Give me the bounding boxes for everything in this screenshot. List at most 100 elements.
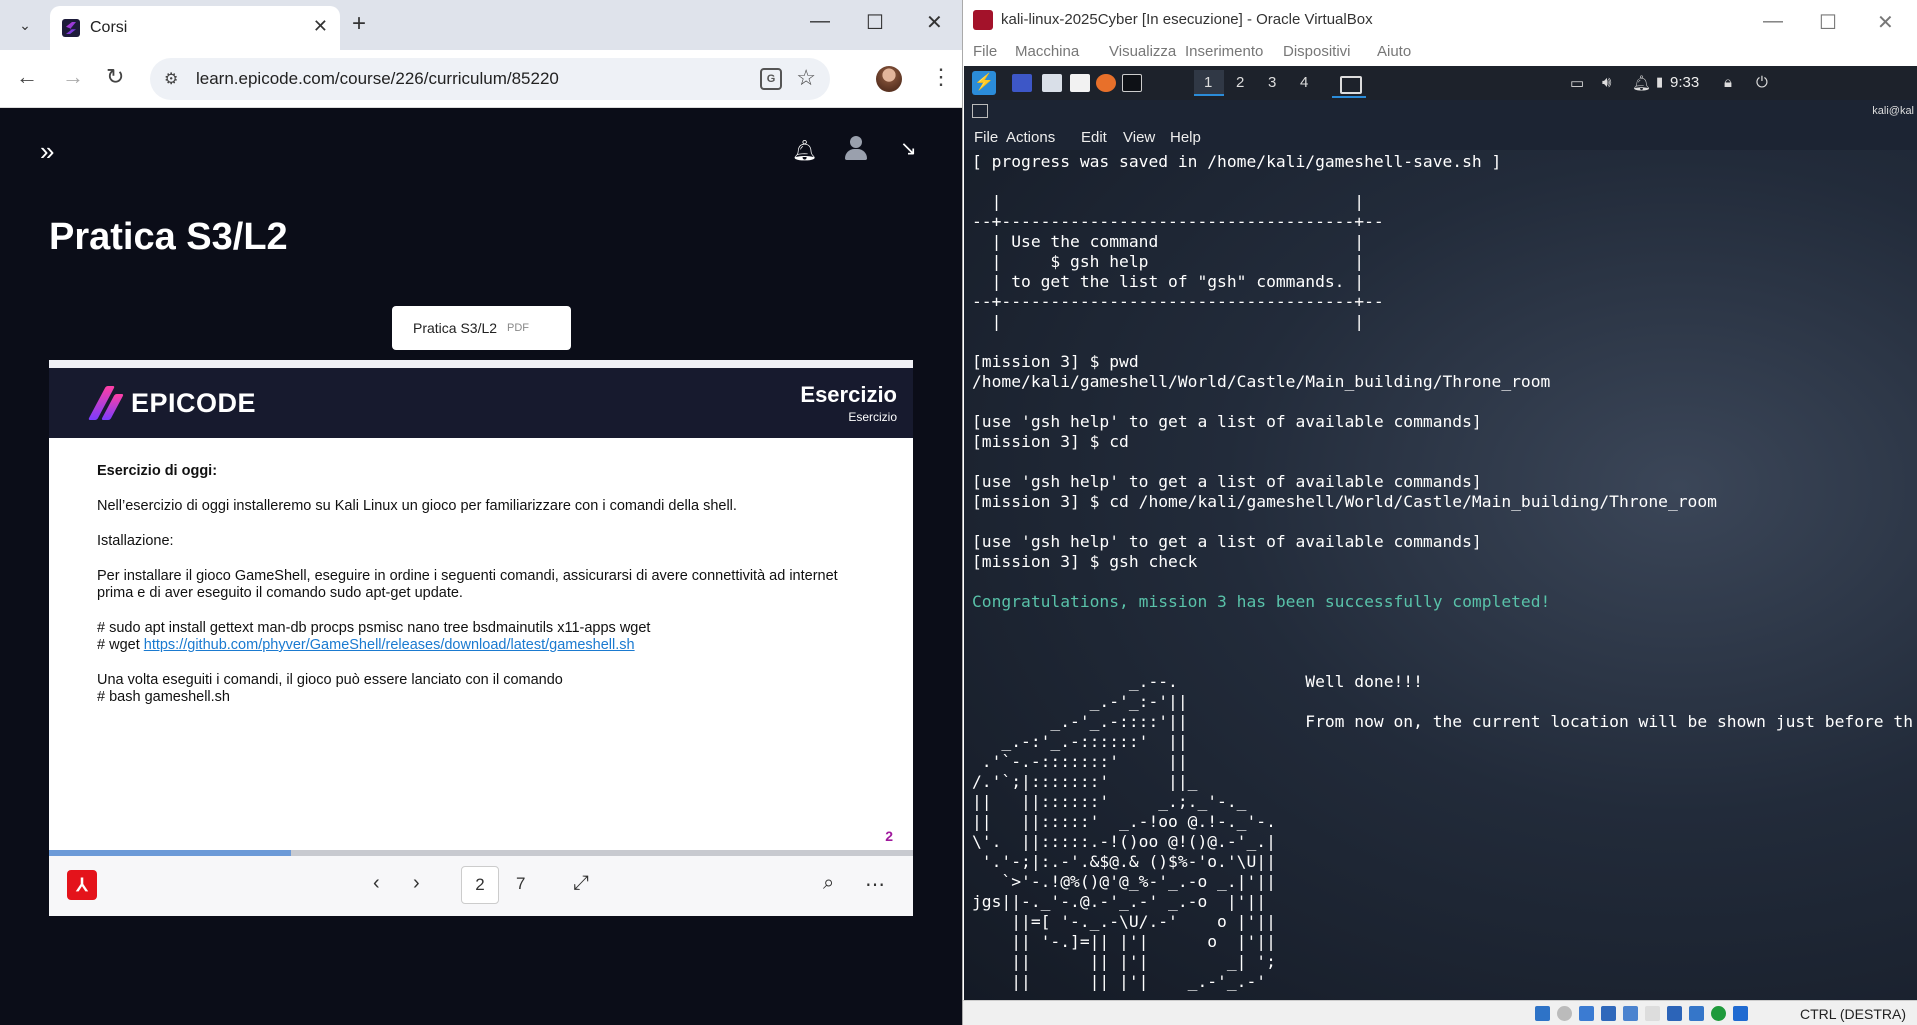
back-arrow-icon[interactable]: ←	[16, 64, 38, 90]
file-manager-icon[interactable]	[1042, 74, 1062, 92]
firefox-icon[interactable]	[1096, 74, 1116, 92]
epicode-logo-icon	[87, 386, 124, 422]
volume-icon[interactable]: 🔊︎	[1602, 74, 1611, 91]
reload-icon[interactable]: ↻	[106, 64, 124, 90]
pdf-attachment-chip[interactable]: Pratica S3/L2 PDF	[392, 306, 571, 350]
text-editor-icon[interactable]	[1070, 74, 1090, 92]
hard-disk-icon[interactable]	[1535, 1006, 1550, 1021]
vbox-maximize-button[interactable]: ☐	[1819, 10, 1837, 35]
kali-menu-icon[interactable]: ⚡	[972, 71, 996, 95]
tab-search-dropdown-icon[interactable]: ⌄	[12, 12, 38, 38]
search-icon[interactable]: ⌕	[823, 872, 834, 895]
vbox-menu-view[interactable]: Visualizza	[1109, 43, 1176, 60]
terminal-menu-edit[interactable]: Edit	[1081, 129, 1107, 146]
page-number-input[interactable]: 2	[461, 866, 499, 904]
next-page-icon[interactable]: ›	[413, 872, 420, 895]
previous-page-icon[interactable]: ‹	[373, 872, 380, 895]
tab-close-icon[interactable]: ✕	[313, 16, 328, 37]
terminal-line: || '-.]=|| |'| o |'||	[972, 932, 1276, 951]
terminal-output[interactable]: [ progress was saved in /home/kali/games…	[972, 152, 1917, 1000]
terminal-line: || ||::::::' _.;._'-._	[972, 792, 1247, 811]
vbox-minimize-button[interactable]: —	[1763, 10, 1783, 33]
bookmark-star-icon[interactable]: ☆	[796, 65, 816, 91]
terminal-menu-file[interactable]: File	[974, 129, 998, 146]
terminal-line: _.-'_.-::::'|| From now on, the current …	[972, 712, 1914, 731]
close-window-button[interactable]: ✕	[926, 10, 943, 35]
site-info-icon[interactable]: ⚙	[164, 69, 178, 89]
browser-tab[interactable]: Corsi ✕	[50, 6, 340, 50]
vbox-menu-help[interactable]: Aiuto	[1377, 43, 1411, 60]
terminal-menubar: File Actions Edit View Help	[964, 124, 1917, 150]
mouse-integration-icon[interactable]	[1733, 1006, 1748, 1021]
command-wget: # wget https://github.com/phyver/GameShe…	[97, 637, 877, 654]
pdf-chip-label: Pratica S3/L2	[413, 320, 498, 336]
xfce-top-panel: ⚡ 1 2 3 4 ▭ 🔊︎ 🔔︎ ▮ 9:33 🔒︎ ⏻	[964, 66, 1917, 100]
browser-toolbar: ← → ↻ ⚙ learn.epicode.com/course/226/cur…	[0, 50, 962, 108]
fullscreen-icon[interactable]: ⤢	[573, 872, 589, 895]
usb-icon[interactable]	[1623, 1006, 1638, 1021]
shared-folders-icon[interactable]	[1645, 1006, 1660, 1021]
terminal-line: || ||:::::' _.-!oo @.!-._'-.	[972, 812, 1276, 831]
terminal-menu-help[interactable]: Help	[1170, 129, 1201, 146]
audio-icon[interactable]	[1579, 1006, 1594, 1021]
terminal-line: | to get the list of "gsh" commands. |	[972, 272, 1365, 291]
workspace-3[interactable]: 3	[1268, 74, 1276, 91]
vm-display[interactable]: ⚡ 1 2 3 4 ▭ 🔊︎ 🔔︎ ▮ 9:33 🔒︎ ⏻ kali@kal F…	[964, 66, 1917, 1000]
browser-menu-icon[interactable]: ⋮	[930, 64, 952, 90]
forward-arrow-icon[interactable]: →	[62, 64, 84, 90]
lock-icon[interactable]: 🔒︎	[1724, 74, 1732, 91]
battery-icon[interactable]: ▮	[1656, 74, 1663, 90]
gameshell-download-link[interactable]: https://github.com/phyver/GameShell/rele…	[144, 637, 635, 653]
terminal-line: /home/kali/gameshell/World/Castle/Main_b…	[972, 372, 1551, 391]
virtualization-icon[interactable]	[1711, 1006, 1726, 1021]
vbox-menubar: File Macchina Visualizza Inserimento Dis…	[963, 40, 1917, 66]
terminal-line: [mission 3] $ cd	[972, 432, 1129, 451]
minimize-arrow-icon[interactable]: ↘	[900, 136, 917, 161]
vbox-statusbar: CTRL (DESTRA)	[963, 1000, 1917, 1025]
terminal-task-icon[interactable]	[1332, 70, 1366, 98]
maximize-button[interactable]: ☐	[866, 10, 884, 35]
show-desktop-icon[interactable]	[1012, 74, 1032, 92]
slide-intro: Nell’esercizio di oggi installeremo su K…	[97, 498, 737, 514]
notification-bell-icon[interactable]: 🔔︎	[1632, 74, 1651, 92]
translate-icon[interactable]: G	[760, 68, 782, 90]
workspace-2[interactable]: 2	[1236, 74, 1244, 91]
more-options-icon[interactable]: ⋯	[865, 872, 885, 897]
terminal-line: [use 'gsh help' to get a list of availab…	[972, 412, 1482, 431]
address-bar[interactable]: ⚙ learn.epicode.com/course/226/curriculu…	[150, 58, 830, 100]
terminal-line: .'`-.-:::::::' ||	[972, 752, 1188, 771]
url-text[interactable]: learn.epicode.com/course/226/curriculum/…	[196, 69, 559, 89]
power-icon[interactable]: ⏻	[1756, 74, 1768, 91]
user-profile-icon[interactable]	[842, 134, 870, 162]
terminal-line: [use 'gsh help' to get a list of availab…	[972, 472, 1482, 491]
workspace-4[interactable]: 4	[1300, 74, 1308, 91]
vbox-menu-input[interactable]: Inserimento	[1185, 43, 1263, 60]
command-apt: # sudo apt install gettext man-db procps…	[97, 620, 651, 636]
network-icon[interactable]	[1601, 1006, 1616, 1021]
terminal-titlebar: kali@kal	[964, 100, 1917, 124]
terminal-line: \'. ||:::::.-!()oo @!()@.-'_.|	[972, 832, 1276, 851]
pdf-viewer[interactable]: EPICODE Esercizio Esercizio Esercizio di…	[49, 360, 913, 916]
command-bash: # bash gameshell.sh	[97, 689, 230, 705]
workspace-1[interactable]: 1	[1204, 74, 1212, 91]
terminal-menu-view[interactable]: View	[1123, 129, 1155, 146]
panel-clock[interactable]: 9:33	[1670, 74, 1699, 91]
terminal-line: ||=[ '-._.-\U/.-' o |'||	[972, 912, 1276, 931]
expand-sidebar-icon[interactable]: »	[40, 136, 54, 167]
new-tab-plus-icon[interactable]: +	[352, 10, 366, 38]
terminal-menu-actions[interactable]: Actions	[1006, 129, 1055, 146]
profile-avatar[interactable]	[876, 66, 902, 92]
slide-heading: Esercizio di oggi:	[97, 463, 218, 479]
display-icon[interactable]: ▭	[1570, 74, 1584, 92]
terminal-launcher-icon[interactable]	[1122, 74, 1142, 92]
vbox-menu-file[interactable]: File	[973, 43, 997, 60]
recording-icon[interactable]	[1689, 1006, 1704, 1021]
vbox-menu-machine[interactable]: Macchina	[1015, 43, 1079, 60]
notifications-bell-icon[interactable]: 🔔︎	[792, 138, 817, 163]
minimize-button[interactable]: —	[810, 10, 830, 33]
vbox-menu-devices[interactable]: Dispositivi	[1283, 43, 1351, 60]
vbox-close-button[interactable]: ✕	[1877, 10, 1894, 35]
optical-drive-icon[interactable]	[1557, 1006, 1572, 1021]
display-status-icon[interactable]	[1667, 1006, 1682, 1021]
terminal-line: /.'`;|:::::::' ||_	[972, 772, 1198, 791]
